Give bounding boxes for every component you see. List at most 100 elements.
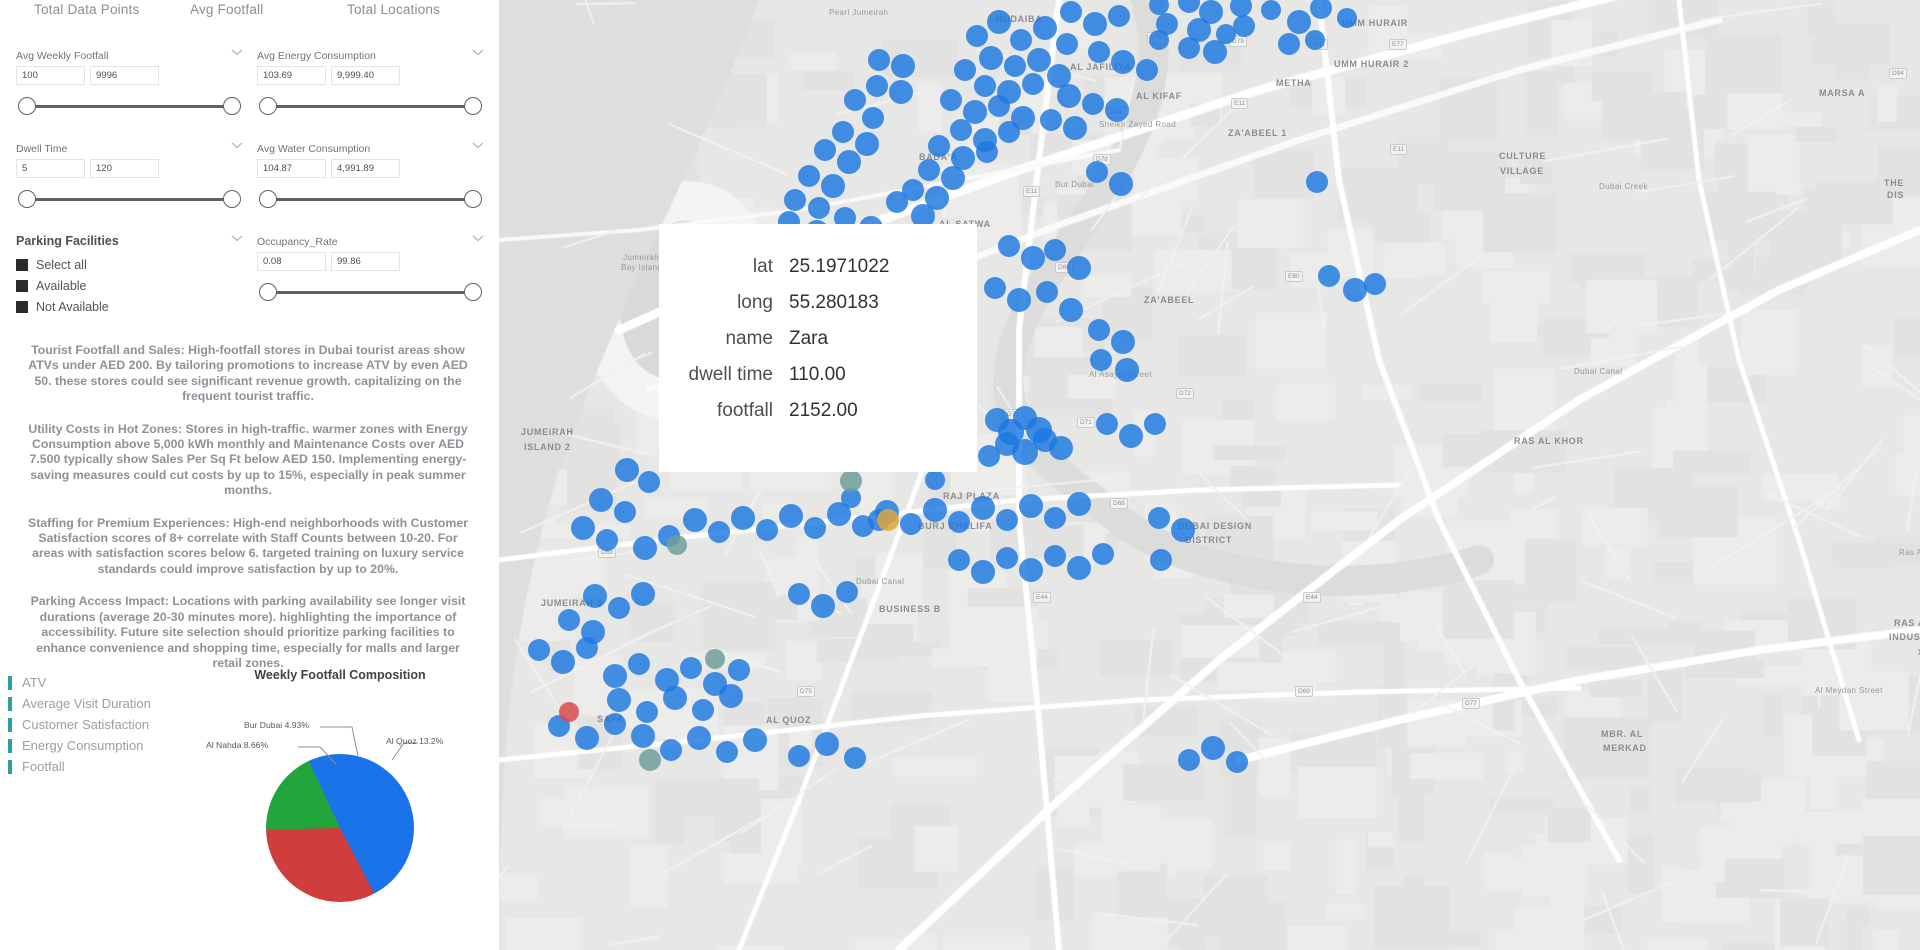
map-data-point[interactable] xyxy=(837,150,861,174)
slider-handle-min[interactable] xyxy=(18,97,36,115)
checkbox-icon[interactable] xyxy=(16,259,28,271)
map-data-point[interactable] xyxy=(1171,518,1195,542)
slider-handle-min[interactable] xyxy=(259,283,277,301)
map-data-point[interactable] xyxy=(603,664,627,688)
map-data-point[interactable] xyxy=(1082,93,1104,115)
map-data-point[interactable] xyxy=(971,560,995,584)
slider-handle-max[interactable] xyxy=(464,283,482,301)
map-data-point[interactable] xyxy=(1083,12,1107,36)
map-data-point[interactable] xyxy=(683,508,707,532)
range-slider[interactable] xyxy=(257,282,484,302)
checkbox-row-available[interactable]: Available xyxy=(16,275,243,296)
map-data-point[interactable] xyxy=(1233,15,1255,37)
chevron-down-icon[interactable] xyxy=(231,140,243,150)
map-data-point[interactable] xyxy=(821,174,845,198)
map-data-point[interactable] xyxy=(636,701,658,723)
map-data-point[interactable] xyxy=(558,609,580,631)
map-data-point[interactable] xyxy=(784,189,806,211)
map-data-point[interactable] xyxy=(1108,5,1130,27)
map-data-point[interactable] xyxy=(614,501,636,523)
map-data-point[interactable] xyxy=(1022,73,1044,95)
map-data-point[interactable] xyxy=(1049,436,1073,460)
map-data-point[interactable] xyxy=(950,119,972,141)
range-min-input[interactable]: 103.69 xyxy=(257,66,326,85)
map-data-point[interactable] xyxy=(948,511,970,533)
map-data-point[interactable] xyxy=(607,688,631,712)
map-data-point-highlight[interactable] xyxy=(639,749,661,771)
map-data-point[interactable] xyxy=(1150,549,1172,571)
map-data-point[interactable] xyxy=(1033,16,1057,40)
map-data-point[interactable] xyxy=(1010,29,1032,51)
map-data-point-highlight[interactable] xyxy=(840,470,862,492)
map-data-point[interactable] xyxy=(692,699,714,721)
map-data-point[interactable] xyxy=(528,639,550,661)
map-data-point-highlight[interactable] xyxy=(667,535,687,555)
checkbox-icon[interactable] xyxy=(16,301,28,313)
map-data-point[interactable] xyxy=(844,747,866,769)
map-data-point[interactable] xyxy=(928,135,950,157)
map-data-point[interactable] xyxy=(925,470,945,490)
map-data-point[interactable] xyxy=(638,471,660,493)
map-data-point[interactable] xyxy=(1261,0,1281,20)
map-data-point[interactable] xyxy=(1201,736,1225,760)
slider-handle-max[interactable] xyxy=(223,190,241,208)
checkbox-row-select-all[interactable]: Select all xyxy=(16,254,243,275)
map-data-point[interactable] xyxy=(1088,41,1110,63)
map-data-point[interactable] xyxy=(1059,298,1083,322)
map-data-point[interactable] xyxy=(996,509,1018,531)
map-data-point[interactable] xyxy=(1318,265,1340,287)
map-data-point[interactable] xyxy=(984,277,1006,299)
map-data-point[interactable] xyxy=(1109,172,1133,196)
map-data-point[interactable] xyxy=(716,741,738,763)
map-data-point[interactable] xyxy=(633,536,657,560)
map-data-point[interactable] xyxy=(1111,330,1135,354)
map-data-point[interactable] xyxy=(1203,40,1227,64)
map-data-point[interactable] xyxy=(974,75,996,97)
map-data-point[interactable] xyxy=(855,132,879,156)
slider-handle-min[interactable] xyxy=(259,190,277,208)
map-data-point[interactable] xyxy=(1178,749,1200,771)
map-data-point[interactable] xyxy=(1007,288,1031,312)
map-data-point[interactable] xyxy=(728,659,750,681)
map-data-point[interactable] xyxy=(1044,239,1066,261)
map-data-point[interactable] xyxy=(1044,545,1066,567)
map-data-point[interactable] xyxy=(941,166,965,190)
map-data-point[interactable] xyxy=(1067,556,1091,580)
map-data-point[interactable] xyxy=(814,139,836,161)
range-slider[interactable] xyxy=(16,189,243,209)
map-data-point[interactable] xyxy=(1149,30,1169,50)
map-data-point[interactable] xyxy=(1337,8,1357,28)
map-data-point[interactable] xyxy=(978,445,1000,467)
map-data-point[interactable] xyxy=(996,547,1018,569)
map-data-point[interactable] xyxy=(743,728,767,752)
map-data-point[interactable] xyxy=(1119,424,1143,448)
range-min-input[interactable]: 100 xyxy=(16,66,85,85)
map-data-point[interactable] xyxy=(731,506,755,530)
map-data-point-highlight[interactable] xyxy=(877,509,899,531)
pie-slices[interactable] xyxy=(266,754,414,902)
chevron-down-icon[interactable] xyxy=(472,140,484,150)
map-data-point[interactable] xyxy=(680,657,702,679)
range-max-input[interactable]: 99.86 xyxy=(331,252,400,271)
map-data-point[interactable] xyxy=(798,165,820,187)
map-data-point[interactable] xyxy=(836,581,858,603)
map-data-point[interactable] xyxy=(1092,543,1114,565)
map-data-point[interactable] xyxy=(971,496,995,520)
map-data-point[interactable] xyxy=(1027,48,1051,72)
map-data-point[interactable] xyxy=(1056,33,1078,55)
map-data-point[interactable] xyxy=(808,197,830,219)
map-data-point[interactable] xyxy=(976,141,998,163)
map-data-point[interactable] xyxy=(571,516,595,540)
map-data-point[interactable] xyxy=(1004,55,1026,77)
map-data-point[interactable] xyxy=(631,724,655,748)
map-data-point[interactable] xyxy=(1090,349,1112,371)
map-data-point[interactable] xyxy=(954,59,976,81)
map-data-point[interactable] xyxy=(687,726,711,750)
map-data-point[interactable] xyxy=(889,80,913,104)
map-data-point[interactable] xyxy=(1105,98,1129,122)
map-data-point[interactable] xyxy=(1019,494,1043,518)
map-data-point[interactable] xyxy=(604,713,626,735)
range-max-input[interactable]: 9996 xyxy=(90,66,159,85)
map-data-point[interactable] xyxy=(1364,273,1386,295)
map-data-point[interactable] xyxy=(1086,161,1108,183)
